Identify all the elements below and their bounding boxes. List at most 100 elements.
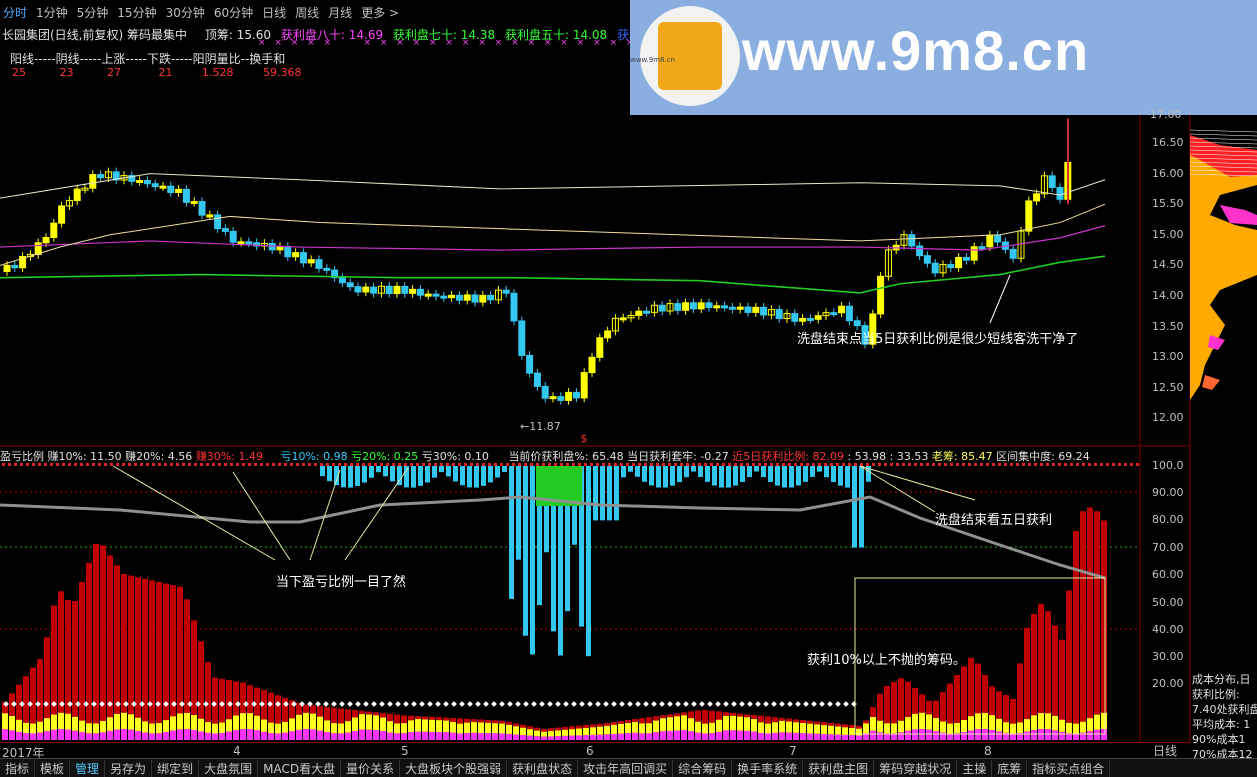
price-tick: 15.50 (1152, 197, 1184, 211)
loss20: 亏20%: 0.25 (351, 450, 419, 463)
candle-body (97, 174, 105, 179)
candle-body (1009, 248, 1017, 259)
percent-tick: 90.00 (1152, 486, 1184, 499)
candle-body (284, 245, 292, 258)
candle-body (432, 293, 440, 297)
candle-body (292, 252, 300, 258)
candle-body (705, 302, 713, 308)
candle-body (565, 391, 573, 401)
candle-body (814, 315, 822, 320)
candle-body (159, 185, 167, 189)
candle-body (923, 255, 931, 264)
candle-body (198, 201, 206, 216)
indicator-tab[interactable]: 获利盘状态 (507, 759, 579, 777)
candle-body (448, 294, 456, 299)
period-label[interactable]: 日线 (1140, 742, 1190, 758)
indicator-header: 盈亏比例 赚10%: 11.50 赚20%: 4.56 赚30%: 1.49 亏… (0, 448, 1090, 464)
candle-body (533, 372, 541, 387)
indicator-tab[interactable]: MACD看大盘 (258, 759, 342, 777)
candle-body (502, 289, 510, 294)
candle-body (50, 222, 58, 238)
candle-body (986, 234, 994, 248)
candle-body (510, 292, 518, 322)
candle-body (455, 294, 463, 301)
price-tick: 12.00 (1152, 411, 1184, 425)
value-53: : 53.98 (847, 450, 887, 463)
price-tick: 16.50 (1152, 136, 1184, 149)
candle-body (487, 294, 495, 301)
candle-body (1033, 193, 1041, 202)
candle-body (674, 303, 682, 311)
indicator-tab[interactable]: 大盘氛围 (199, 759, 259, 777)
earn20: 赚20%: 4.56 (125, 450, 193, 463)
indicator-tab[interactable]: 底筹 (992, 759, 1028, 777)
chip-info-90: 90%成本1 (1192, 733, 1246, 746)
candle-body (229, 230, 237, 243)
indicator-tab[interactable]: 换手率系统 (732, 759, 804, 777)
candle-body (994, 234, 1002, 243)
candle-body (721, 305, 729, 309)
value-33: : 33.53 (889, 450, 929, 463)
earn10: 赚10%: 11.50 (47, 450, 122, 463)
candle-body (643, 310, 651, 314)
indicator-tab[interactable]: 绑定到 (152, 759, 200, 777)
indicator-tab[interactable]: 模板 (35, 759, 71, 777)
price-tick: 14.50 (1152, 258, 1184, 272)
indicator-tab[interactable]: 指标买点组合 (1027, 759, 1111, 777)
indicator-tab[interactable]: 大盘板块个股强弱 (400, 759, 508, 777)
candle-body (167, 185, 175, 193)
x-label-aug: 8 (984, 744, 992, 758)
loss10: 亏10%: 0.98 (280, 450, 348, 463)
indicator-tab[interactable]: 攻击年高回调买 (578, 759, 674, 777)
price-tick: 15.00 (1152, 227, 1184, 241)
indicator-tab[interactable]: 筹码穿越状况 (874, 759, 958, 777)
candle-body (73, 188, 81, 202)
candle-body (268, 242, 276, 251)
x-label-jun: 6 (586, 744, 594, 758)
chip-info-avg: 平均成本: 1 (1192, 718, 1251, 731)
candle-body (190, 201, 198, 205)
price-tick: 16.00 (1152, 166, 1184, 180)
price-tick-top: 17.00 (1150, 108, 1182, 121)
candle-body (526, 354, 534, 374)
candle-body (370, 286, 378, 294)
indicator-tab[interactable]: 获利盘主图 (803, 759, 875, 777)
min-price-label: ←11.87 (520, 420, 561, 433)
indicator-tab[interactable]: 量价关系 (341, 759, 401, 777)
current-profit: 当前价获利盘%: 65.48 (508, 450, 624, 463)
loss30: 亏30%: 0.10 (421, 450, 489, 463)
indicator-tab[interactable]: 另存为 (105, 759, 153, 777)
candle-body (541, 385, 549, 399)
candle-body (237, 241, 245, 245)
candle-body (791, 313, 799, 322)
candle-body (42, 236, 50, 244)
price-tick: 13.50 (1152, 319, 1184, 333)
candle-body (588, 356, 596, 374)
percent-tick: 40.00 (1152, 623, 1184, 636)
candle-body (136, 180, 144, 184)
candle-body (877, 275, 885, 315)
chip-distribution (1190, 129, 1257, 400)
indicator-tabbar: 指标 模板 管理 另存为 绑定到 大盘氛围 MACD看大盘 量价关系 大盘板块个股强弱 获利盘状态… (0, 758, 1257, 777)
percent-tick: 30.00 (1152, 650, 1184, 663)
candle-body (853, 320, 861, 327)
candle-body (689, 302, 697, 310)
indicator-tab[interactable]: 指标 (0, 759, 36, 777)
candle-body (151, 183, 159, 188)
candle-body (143, 180, 151, 185)
candle-body (760, 306, 768, 316)
candle-body (619, 317, 627, 321)
indicator-tab[interactable]: 综合筹码 (673, 759, 733, 777)
candle-body (221, 228, 229, 232)
percent-tick: 70.00 (1152, 541, 1184, 554)
candle-body (728, 306, 736, 310)
chart-canvas: $ (0, 115, 1191, 742)
candle-body (440, 295, 448, 299)
time-axis: 2017年 4 5 6 7 8 (0, 742, 1190, 760)
candle-body (401, 285, 409, 294)
indicator-tab[interactable]: 主操 (957, 759, 993, 777)
price-tick: 14.00 (1152, 289, 1184, 302)
candle-body (89, 174, 97, 189)
candle-body (830, 312, 838, 316)
indicator-tab[interactable]: 管理 (70, 759, 106, 777)
